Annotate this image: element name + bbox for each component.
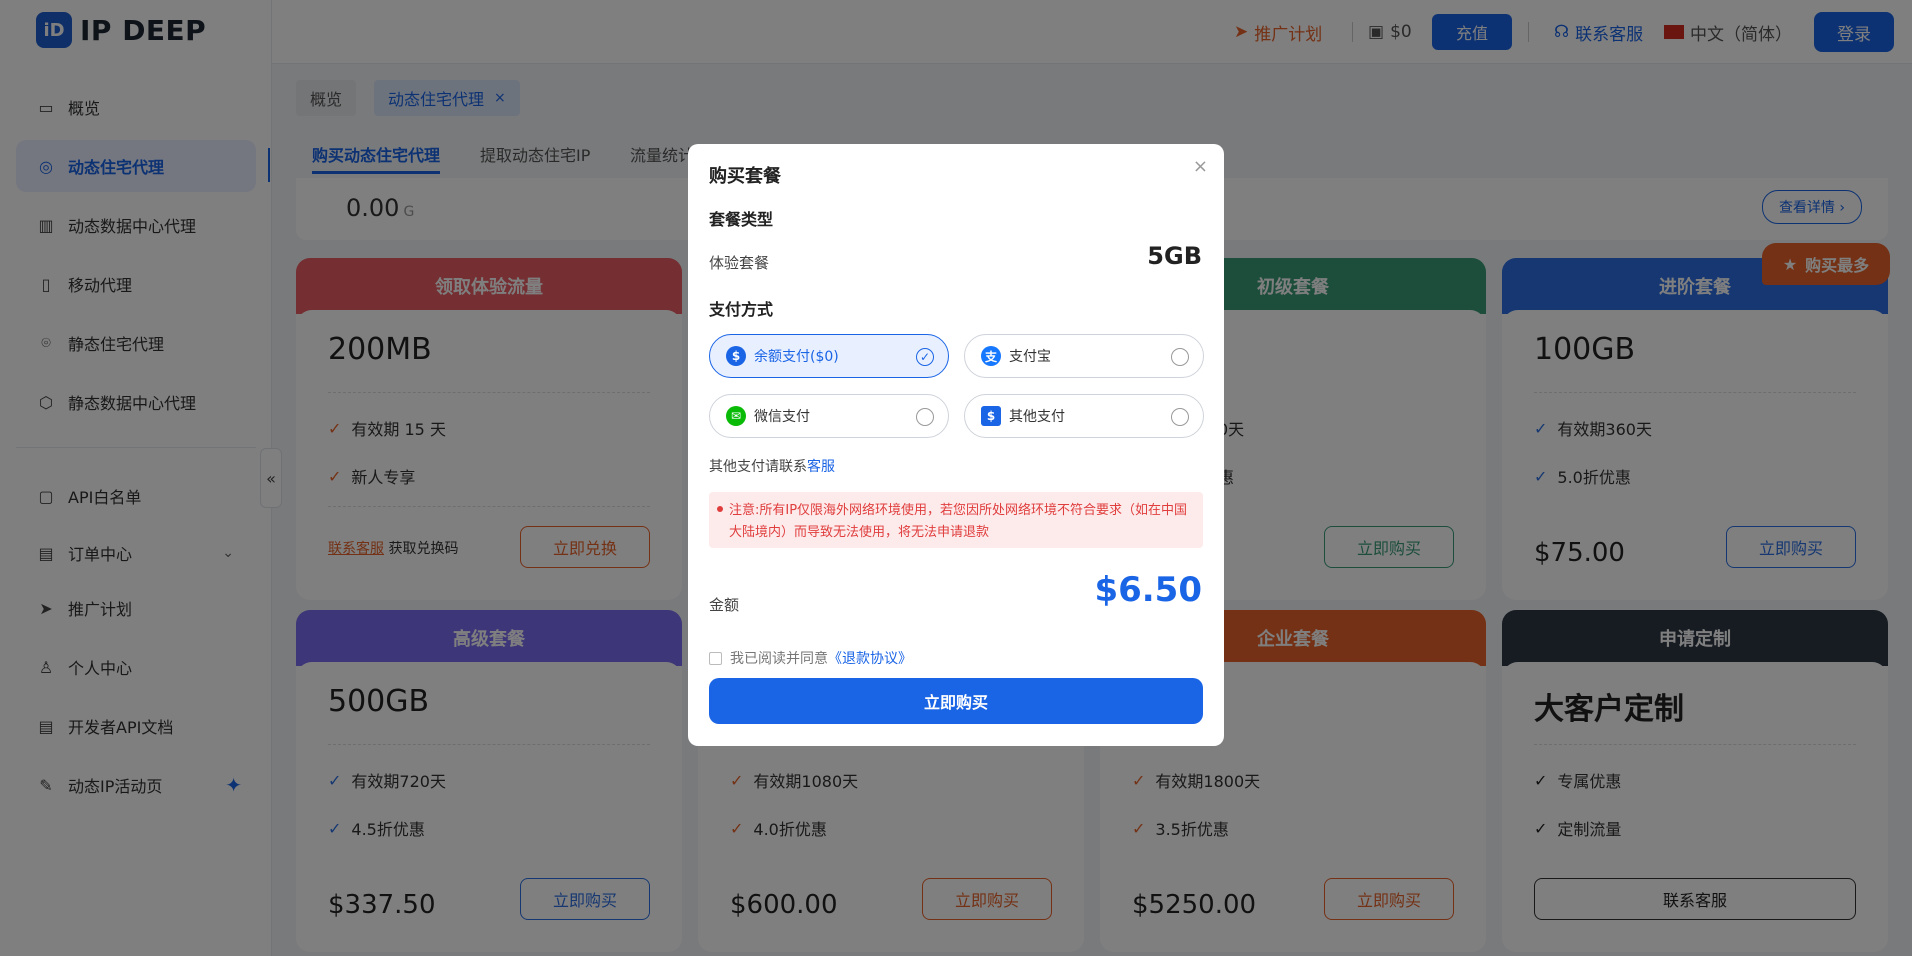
agreement-text: 我已阅读并同意: [730, 651, 828, 667]
pay-option-label: 微信支付: [754, 409, 810, 425]
purchase-modal: 购买套餐 × 套餐类型 体验套餐 5GB 支付方式 $ 余额支付($0) ✓ 支…: [688, 144, 1224, 746]
pay-option-balance[interactable]: $ 余额支付($0) ✓: [709, 334, 949, 378]
pay-option-wechat[interactable]: ✉ 微信支付: [709, 394, 949, 438]
modal-title: 购买套餐: [709, 166, 781, 187]
wechat-icon: ✉: [726, 406, 746, 426]
pay-option-alipay[interactable]: 支 支付宝: [964, 334, 1204, 378]
refund-notice: 注意:所有IP仅限海外网络环境使用，若您因所处网络环境不符合要求（如在中国大陆境…: [709, 492, 1203, 548]
buy-now-button[interactable]: 立即购买: [709, 678, 1203, 724]
dot-icon: [717, 506, 723, 512]
alipay-icon: 支: [981, 346, 1001, 366]
radio-icon: [916, 408, 934, 426]
plan-size: 5GB: [1147, 242, 1202, 270]
amount-label: 金额: [709, 596, 740, 614]
radio-icon: [1171, 408, 1189, 426]
pay-option-label: 其他支付: [1009, 409, 1065, 425]
dollar-icon: $: [726, 346, 746, 366]
radio-icon: [1171, 348, 1189, 366]
plan-type-label: 套餐类型: [709, 210, 774, 229]
agreement-checkbox[interactable]: [709, 651, 722, 665]
amount-value: $6.50: [1094, 570, 1202, 610]
hint-text: 其他支付请联系: [709, 459, 807, 475]
agreement-row: 我已阅读并同意 《退款协议》: [709, 648, 912, 668]
pay-option-label: 支付宝: [1009, 349, 1051, 365]
card-icon: $: [981, 406, 1001, 426]
close-icon[interactable]: ×: [1193, 156, 1208, 177]
payment-method-label: 支付方式: [709, 300, 774, 319]
support-link[interactable]: 客服: [807, 459, 835, 475]
plan-name: 体验套餐: [709, 254, 770, 272]
other-pay-hint: 其他支付请联系客服: [709, 456, 835, 476]
check-circle-icon: ✓: [916, 348, 934, 366]
refund-agreement-link[interactable]: 《退款协议》: [828, 648, 912, 668]
notice-text: 注意:所有IP仅限海外网络环境使用，若您因所处网络环境不符合要求（如在中国大陆境…: [729, 503, 1188, 540]
pay-option-label: 余额支付($0): [754, 349, 839, 365]
pay-option-other[interactable]: $ 其他支付: [964, 394, 1204, 438]
